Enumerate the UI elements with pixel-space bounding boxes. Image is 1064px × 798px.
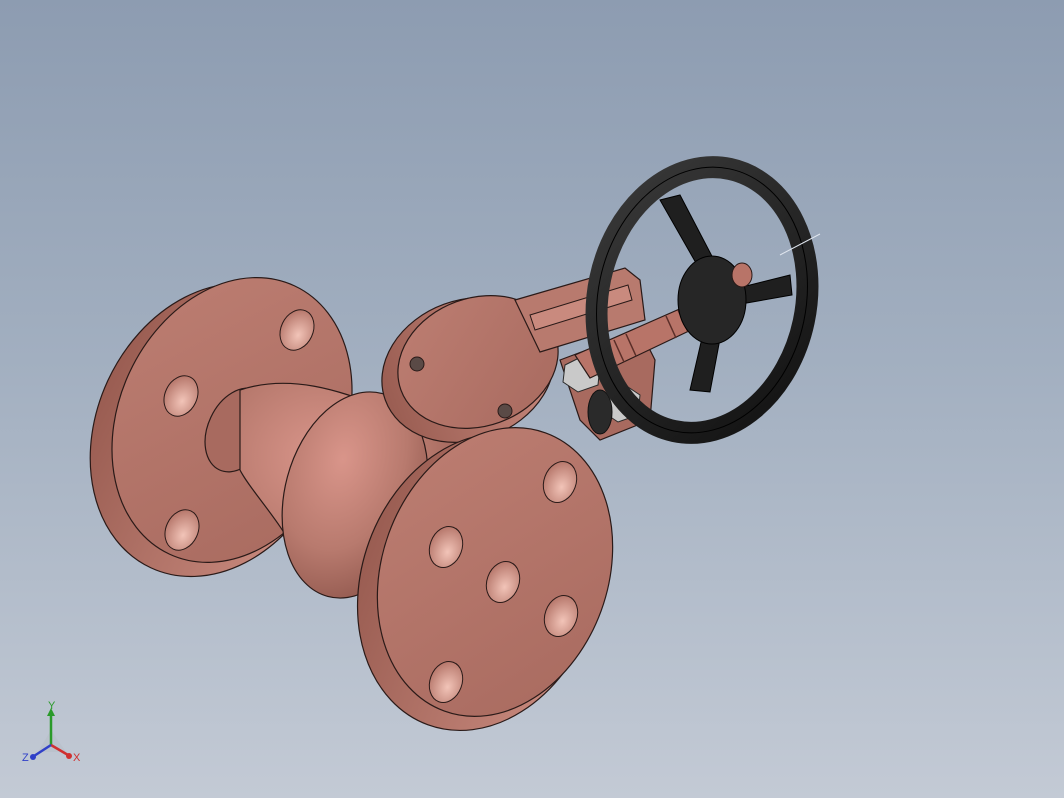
- graphics-viewport[interactable]: Y X Z: [0, 0, 1064, 798]
- z-arrow-icon: [30, 754, 36, 760]
- x-arrow-icon: [66, 753, 72, 759]
- z-axis-label: Z: [22, 752, 29, 764]
- valve-model[interactable]: [0, 0, 1064, 798]
- orientation-triad[interactable]: Y X Z: [18, 700, 88, 770]
- y-axis-label: Y: [48, 700, 56, 712]
- x-axis-label: X: [73, 752, 81, 764]
